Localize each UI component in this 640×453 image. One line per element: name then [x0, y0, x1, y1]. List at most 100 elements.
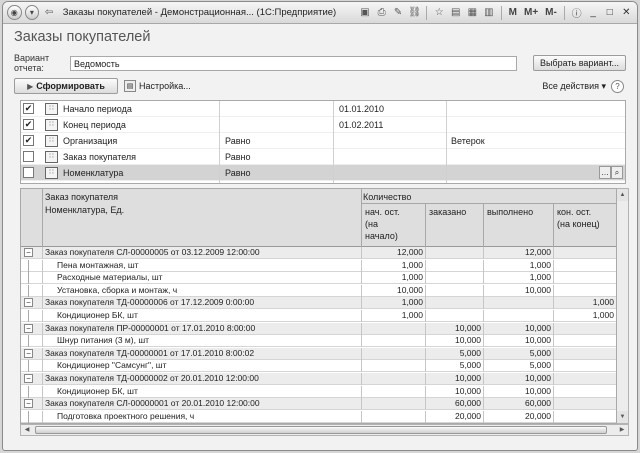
cell-divider [425, 310, 426, 322]
table-row-order[interactable]: − Заказ покупателя ТД-00000006 от 17.12.2… [21, 297, 616, 310]
param-row-selected[interactable]: ∷ Номенклатура Равно … ⌕ [21, 165, 625, 181]
param-checkbox[interactable]: ✔ [23, 119, 34, 130]
header-start-balance-2: (на [365, 219, 378, 229]
cell-divider [425, 398, 426, 411]
vertical-scrollbar[interactable]: ▲ ▼ [617, 188, 629, 424]
play-icon: ▶ [27, 81, 34, 91]
table-row-item[interactable]: Установка, сборка и монтаж, ч 10,000 10,00… [21, 284, 616, 297]
param-checkbox[interactable]: ✔ [23, 103, 34, 114]
cell-divider [42, 385, 43, 398]
table-row-item[interactable]: Кондиционер БК, шт 10,000 10,000 [21, 385, 616, 398]
cell-start: 10,000 [397, 284, 423, 295]
table-row-order[interactable]: − Заказ покупателя СЛ-00000001 от 20.01.2… [21, 398, 616, 411]
param-name: Конец периода [63, 120, 126, 130]
header-end-balance: кон. ост. [557, 207, 592, 217]
table-row-item[interactable]: Шнур питания (3 м), шт 10,000 10,000 [21, 335, 616, 348]
table-row-item[interactable]: Кондиционер "Самсунг", шт 5,000 5,000 [21, 360, 616, 373]
scroll-down-icon[interactable]: ▼ [617, 411, 628, 423]
edit-icon[interactable]: ✎ [391, 6, 405, 20]
param-checkbox[interactable]: ✔ [23, 135, 34, 146]
horizontal-scroll-thumb[interactable] [35, 426, 607, 434]
param-row[interactable]: ✔ ∷ Начало периода 01.01.2010 [21, 101, 625, 117]
cell-divider [361, 410, 362, 423]
collapse-icon[interactable]: − [24, 399, 33, 409]
cell-ordered: 10,000 [455, 322, 481, 333]
close-icon[interactable]: ✕ [620, 6, 634, 20]
header-divider [483, 203, 484, 247]
table-row-item[interactable]: Подготовка проектного решения, ч 20,000 20… [21, 410, 616, 423]
scroll-left-icon[interactable]: ◀ [21, 425, 33, 435]
history-icon[interactable]: ▤ [449, 6, 463, 20]
cell-divider [361, 322, 362, 335]
back-arrow-icon[interactable]: ⇦ [42, 6, 56, 20]
param-row[interactable]: ✔ ∷ Организация Равно Ветерок [21, 133, 625, 149]
calendar-icon[interactable]: ▦ [466, 6, 480, 20]
save-icon[interactable]: ▣ [358, 6, 372, 20]
cell-divider [553, 373, 554, 385]
main-menu-dropdown-icon[interactable]: ▾ [24, 5, 40, 20]
choose-variant-button[interactable]: Выбрать вариант... [533, 55, 626, 71]
tree-line [28, 259, 29, 272]
memory-add-button[interactable]: M+ [522, 7, 540, 18]
maximize-icon[interactable]: □ [603, 6, 617, 20]
memory-subtract-button[interactable]: M- [543, 7, 559, 18]
param-condition[interactable]: Равно [225, 152, 250, 162]
tree-line [28, 360, 29, 373]
collapse-icon[interactable]: − [24, 298, 33, 308]
cell-done: 10,000 [525, 284, 551, 295]
cell-divider [483, 322, 484, 335]
generate-button[interactable]: ▶ Сформировать [14, 78, 118, 94]
print-icon[interactable]: ⎙ [375, 6, 389, 20]
memory-store-button[interactable]: M [507, 7, 519, 18]
collapse-icon[interactable]: − [24, 374, 33, 383]
scroll-right-icon[interactable]: ▶ [616, 425, 628, 435]
info-icon[interactable]: ⓘ [570, 6, 584, 20]
param-checkbox[interactable] [23, 167, 34, 178]
calculator-icon[interactable]: ▥ [482, 6, 496, 20]
cell-divider [42, 347, 43, 360]
table-row-item[interactable]: Кондиционер БК, шт 1,000 1,000 [21, 310, 616, 322]
header-quantity: Количество [363, 192, 412, 202]
link-icon[interactable]: ⛓ [408, 6, 422, 20]
param-name: Начало периода [63, 104, 132, 114]
cell-done: 60,000 [525, 398, 551, 409]
param-row[interactable]: ✔ ∷ Конец периода 01.02.2011 [21, 117, 625, 133]
filter-icon: ∷ [45, 167, 58, 179]
param-value[interactable]: 01.01.2010 [339, 104, 384, 114]
row-name: Пена монтажная, шт [57, 259, 139, 270]
cell-divider [361, 272, 362, 285]
collapse-icon[interactable]: − [24, 248, 33, 257]
table-row-item[interactable]: Пена монтажная, шт 1,000 1,000 [21, 259, 616, 272]
collapse-icon[interactable]: − [24, 348, 33, 358]
param-checkbox[interactable] [23, 151, 34, 162]
param-value[interactable]: Ветерок [451, 136, 485, 146]
search-icon[interactable]: ⌕ [611, 166, 623, 179]
settings-button[interactable]: ▤ Настройка... [124, 80, 191, 92]
param-condition[interactable]: Равно [225, 136, 250, 146]
cell-divider [483, 373, 484, 385]
scroll-up-icon[interactable]: ▲ [617, 189, 628, 201]
tree-line [28, 335, 29, 348]
header-divider [361, 203, 616, 204]
collapse-icon[interactable]: − [24, 323, 33, 333]
cell-divider [553, 272, 554, 285]
app-menu-icon[interactable]: ◉ [7, 5, 22, 20]
param-condition[interactable]: Равно [225, 168, 250, 178]
select-ellipsis-button[interactable]: … [599, 166, 611, 179]
horizontal-scrollbar[interactable]: ◀ ▶ [20, 424, 629, 436]
table-row-order[interactable]: − Заказ покупателя ТД-00000001 от 17.01.2… [21, 347, 616, 360]
favorite-star-icon[interactable]: ☆ [432, 6, 446, 20]
table-row-order[interactable]: − Заказ покупателя СЛ-00000005 от 03.12.2… [21, 247, 616, 259]
minimize-icon[interactable]: _ [586, 6, 600, 20]
report-spreadsheet[interactable]: Заказ покупателя Номенклатура, Ед. Колич… [20, 188, 617, 424]
table-row-order[interactable]: − Заказ покупателя ПР-00000001 от 17.01.2… [21, 322, 616, 335]
cell-divider [553, 259, 554, 272]
variant-field[interactable]: Ведомость [70, 55, 517, 71]
table-row-order[interactable]: − Заказ покупателя ТД-00000002 от 20.01.2… [21, 373, 616, 385]
param-value[interactable]: 01.02.2011 [339, 120, 383, 130]
cell-divider [425, 297, 426, 310]
param-row[interactable]: ∷ Заказ покупателя Равно [21, 149, 625, 165]
all-actions-menu[interactable]: Все действия ▾ [542, 81, 606, 92]
help-icon[interactable]: ? [611, 79, 624, 93]
table-row-item[interactable]: Расходные материалы, шт 1,000 1,000 [21, 272, 616, 285]
